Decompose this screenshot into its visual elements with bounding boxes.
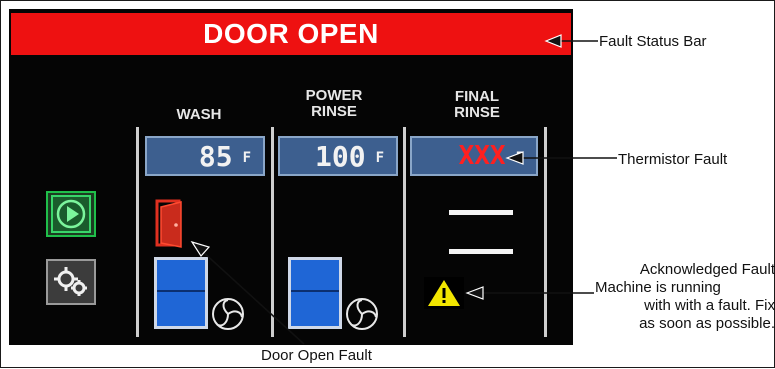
callout-arrows [190, 34, 617, 345]
arrowhead [505, 151, 524, 165]
arrowhead [190, 240, 211, 257]
diagram-frame: DOOR OPEN WASH POWER RINSE FINAL RINSE 8… [0, 0, 775, 368]
arrowhead [544, 34, 562, 48]
door-open-fault-arrow [201, 250, 305, 345]
arrowhead [465, 286, 484, 300]
